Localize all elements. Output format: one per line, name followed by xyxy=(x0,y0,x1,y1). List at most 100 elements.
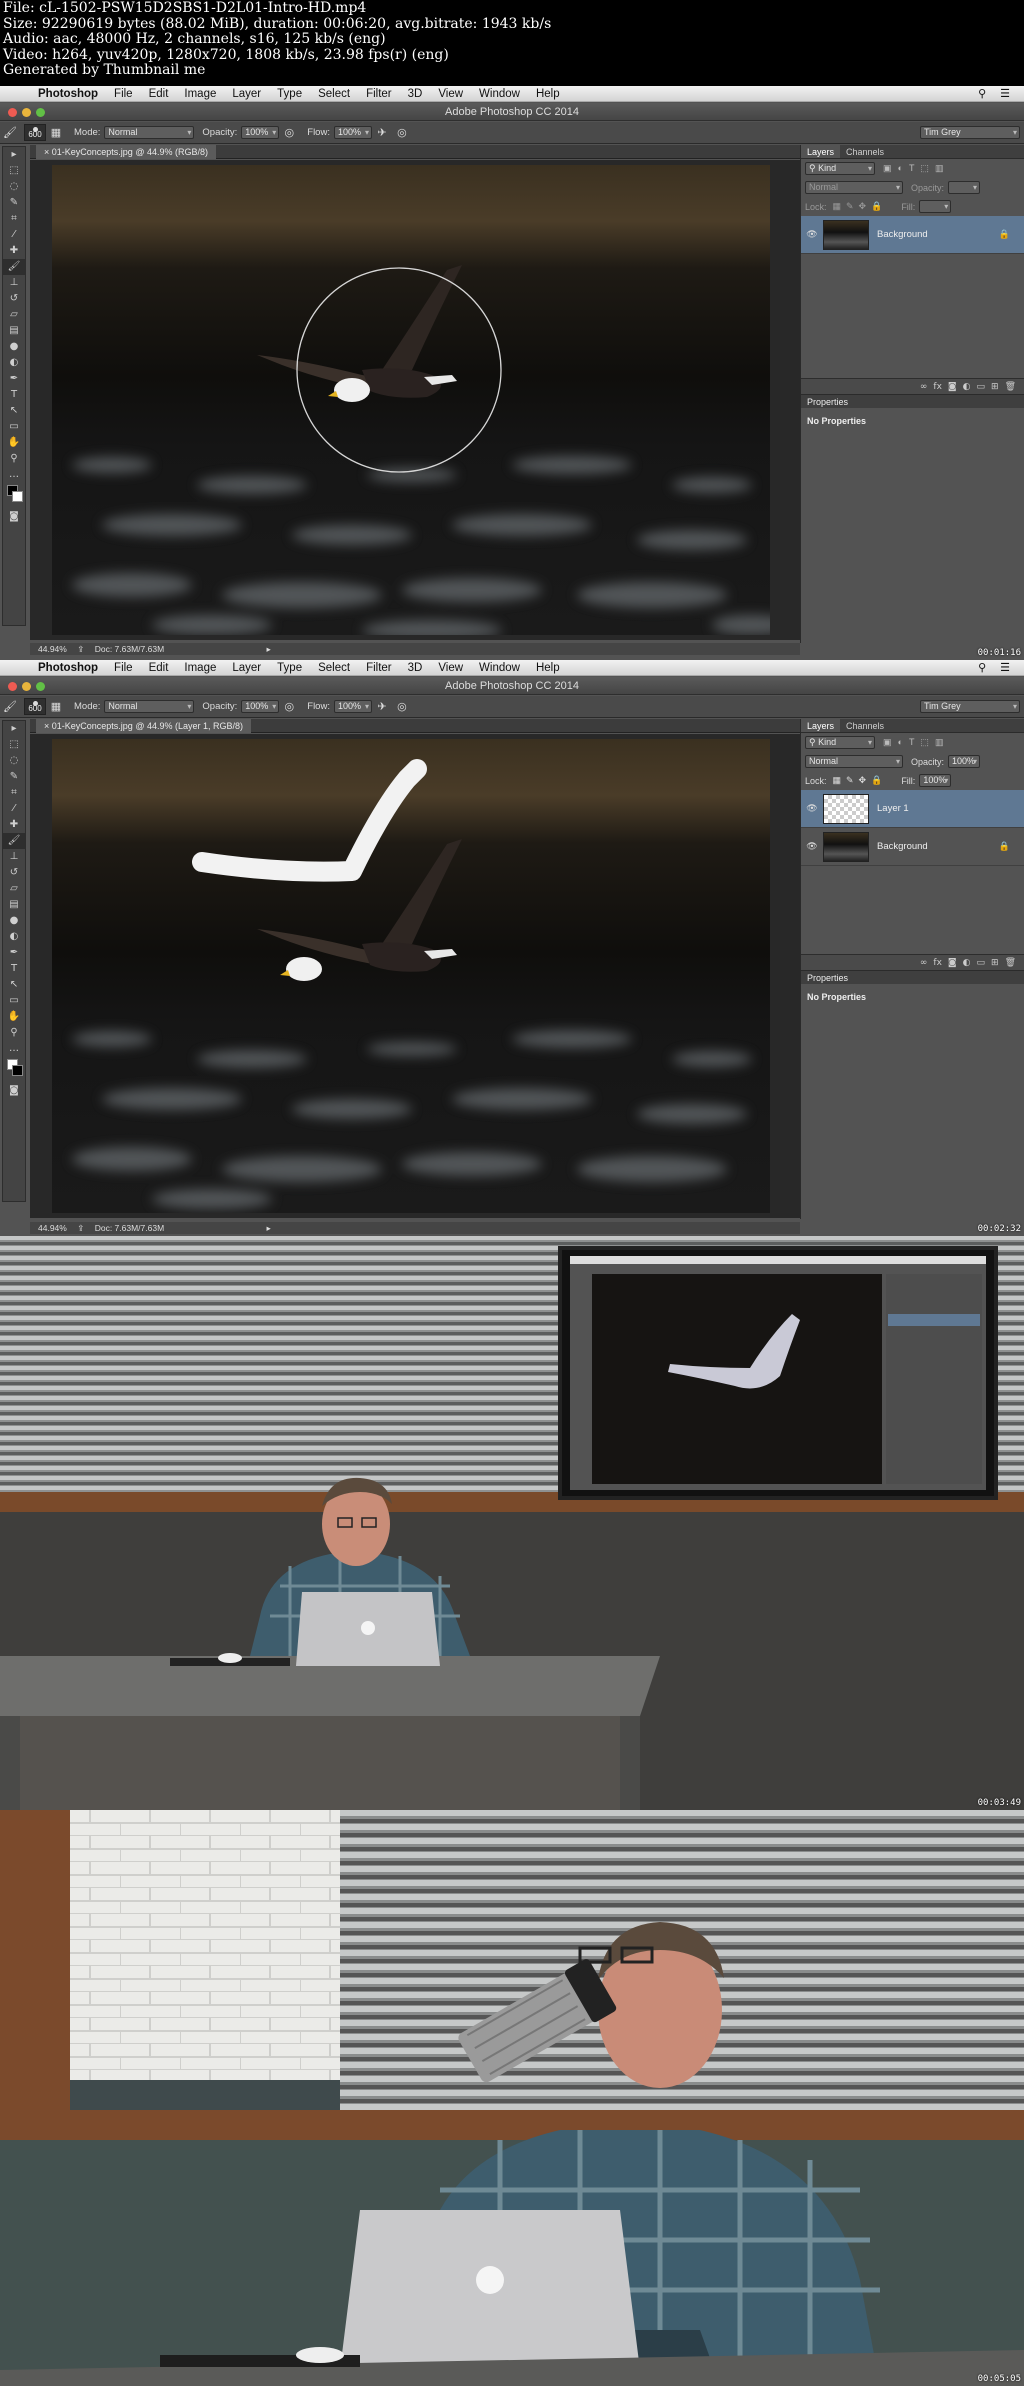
minimize-button[interactable] xyxy=(22,108,31,117)
move-tool-icon[interactable]: ▸ xyxy=(3,147,25,163)
menu-select[interactable]: Select xyxy=(310,662,358,674)
lasso-tool-icon[interactable]: ◌ xyxy=(3,179,25,195)
search-icon[interactable]: ⚲ xyxy=(978,661,986,674)
layer-opacity-input[interactable]: 100% xyxy=(948,755,981,768)
menu-3d[interactable]: 3D xyxy=(400,662,431,674)
mask-icon[interactable]: ◙ xyxy=(948,382,957,392)
menu-photoshop[interactable]: Photoshop xyxy=(30,88,106,100)
blur-tool-icon[interactable]: ● xyxy=(3,339,25,355)
marquee-tool-icon[interactable]: ⬚ xyxy=(3,163,25,179)
trash-icon[interactable]: 🗑 xyxy=(1005,382,1016,392)
status-menu-arrow-icon[interactable]: ▸ xyxy=(267,1223,271,1233)
canvas-area[interactable] xyxy=(30,160,800,640)
share-icon[interactable]: ⇪ xyxy=(77,644,84,654)
tab-layers[interactable]: Layers xyxy=(801,719,841,732)
menu-file[interactable]: File xyxy=(106,88,141,100)
flow-input[interactable]: 100% xyxy=(333,700,372,713)
group-icon[interactable]: ▭ xyxy=(977,958,986,968)
shape-tool-icon[interactable]: ▭ xyxy=(3,419,25,435)
brush-preset-picker[interactable]: 600 xyxy=(24,698,46,715)
quick-select-tool-icon[interactable]: ✎ xyxy=(3,769,25,785)
opacity-input[interactable]: 100% xyxy=(241,126,280,139)
visibility-eye-icon[interactable]: 👁 xyxy=(801,803,823,814)
pen-tool-icon[interactable]: ✒ xyxy=(3,945,25,961)
pressure-size-icon[interactable]: ◎ xyxy=(395,700,409,714)
layer-layer-1[interactable]: 👁 Layer 1 xyxy=(801,790,1024,828)
group-icon[interactable]: ▭ xyxy=(977,382,986,392)
search-icon[interactable]: ⚲ xyxy=(978,87,986,100)
menu-image[interactable]: Image xyxy=(176,662,224,674)
mask-icon[interactable]: ◙ xyxy=(948,958,957,968)
menu-view[interactable]: View xyxy=(430,662,471,674)
menu-window[interactable]: Window xyxy=(471,662,528,674)
menu-filter[interactable]: Filter xyxy=(358,662,400,674)
menu-filter[interactable]: Filter xyxy=(358,88,400,100)
background-color-swatch[interactable] xyxy=(12,491,23,502)
layer-opacity-input[interactable] xyxy=(948,181,981,194)
layer-background[interactable]: 👁 Background 🔒 xyxy=(801,216,1024,254)
mode-select[interactable]: Normal xyxy=(104,700,195,713)
filter-icons[interactable]: ▣◐T⬚▥ xyxy=(883,163,949,174)
flow-input[interactable]: 100% xyxy=(333,126,372,139)
color-swatches[interactable] xyxy=(3,1057,25,1083)
zoom-readout[interactable]: 44.94% xyxy=(38,644,67,654)
hand-tool-icon[interactable]: ✋ xyxy=(3,1009,25,1025)
menu-window[interactable]: Window xyxy=(471,88,528,100)
trash-icon[interactable]: 🗑 xyxy=(1005,958,1016,968)
history-brush-icon[interactable]: ↺ xyxy=(3,865,25,881)
gradient-tool-icon[interactable]: ▤ xyxy=(3,897,25,913)
background-color-swatch[interactable] xyxy=(12,1065,23,1076)
menu-photoshop[interactable]: Photoshop xyxy=(30,662,106,674)
menu-select[interactable]: Select xyxy=(310,88,358,100)
canvas-area[interactable] xyxy=(30,734,800,1218)
tab-layers[interactable]: Layers xyxy=(801,145,841,158)
link-icon[interactable]: ∞ xyxy=(920,958,928,968)
kind-filter-select[interactable]: ⚲ Kind xyxy=(805,736,875,749)
zoom-button[interactable] xyxy=(36,682,45,691)
gradient-tool-icon[interactable]: ▤ xyxy=(3,323,25,339)
lock-icons[interactable]: ▦✎✥🔒 xyxy=(833,201,888,212)
dodge-tool-icon[interactable]: ◐ xyxy=(3,355,25,371)
list-icon[interactable]: ☰ xyxy=(1000,661,1010,674)
tab-channels[interactable]: Channels xyxy=(840,145,890,158)
kind-filter-select[interactable]: ⚲ Kind xyxy=(805,162,875,175)
fx-icon[interactable]: fx xyxy=(933,958,942,968)
move-tool-icon[interactable]: ▸ xyxy=(3,721,25,737)
brush-panel-icon[interactable]: ▦ xyxy=(49,700,63,714)
eraser-tool-icon[interactable]: ▱ xyxy=(3,881,25,897)
hand-tool-icon[interactable]: ✋ xyxy=(3,435,25,451)
zoom-button[interactable] xyxy=(36,108,45,117)
airbrush-icon[interactable]: ✈ xyxy=(375,700,389,714)
airbrush-icon[interactable]: ✈ xyxy=(375,126,389,140)
menu-edit[interactable]: Edit xyxy=(141,88,177,100)
more-tools-icon[interactable]: … xyxy=(3,1041,25,1057)
menu-layer[interactable]: Layer xyxy=(224,662,269,674)
document-tab[interactable]: × 01-KeyConcepts.jpg @ 44.9% (RGB/8) xyxy=(36,145,216,159)
menu-file[interactable]: File xyxy=(106,662,141,674)
color-swatches[interactable] xyxy=(3,483,25,509)
zoom-tool-icon[interactable]: ⚲ xyxy=(3,451,25,467)
new-layer-icon[interactable]: ⊞ xyxy=(991,958,999,968)
path-select-icon[interactable]: ↖ xyxy=(3,977,25,993)
pen-tool-icon[interactable]: ✒ xyxy=(3,371,25,387)
menu-view[interactable]: View xyxy=(430,88,471,100)
brush-tool-icon[interactable]: 🖌 xyxy=(3,259,25,275)
dodge-tool-icon[interactable]: ◐ xyxy=(3,929,25,945)
visibility-eye-icon[interactable]: 👁 xyxy=(801,229,823,240)
document-tab[interactable]: × 01-KeyConcepts.jpg @ 44.9% (Layer 1, R… xyxy=(36,719,251,733)
close-button[interactable] xyxy=(8,108,17,117)
brush-tool-icon[interactable]: 🖌 xyxy=(3,126,17,140)
new-layer-icon[interactable]: ⊞ xyxy=(991,382,999,392)
eyedropper-tool-icon[interactable]: ⁄ xyxy=(3,227,25,243)
lock-icons[interactable]: ▦✎✥🔒 xyxy=(833,775,888,786)
tab-channels[interactable]: Channels xyxy=(840,719,890,732)
history-brush-icon[interactable]: ↺ xyxy=(3,291,25,307)
crop-tool-icon[interactable]: ⌗ xyxy=(3,211,25,227)
menu-type[interactable]: Type xyxy=(269,88,310,100)
quick-select-tool-icon[interactable]: ✎ xyxy=(3,195,25,211)
more-tools-icon[interactable]: … xyxy=(3,467,25,483)
menu-image[interactable]: Image xyxy=(176,88,224,100)
brush-preset-picker[interactable]: 600 xyxy=(24,124,46,141)
blur-tool-icon[interactable]: ● xyxy=(3,913,25,929)
status-menu-arrow-icon[interactable]: ▸ xyxy=(267,644,271,654)
